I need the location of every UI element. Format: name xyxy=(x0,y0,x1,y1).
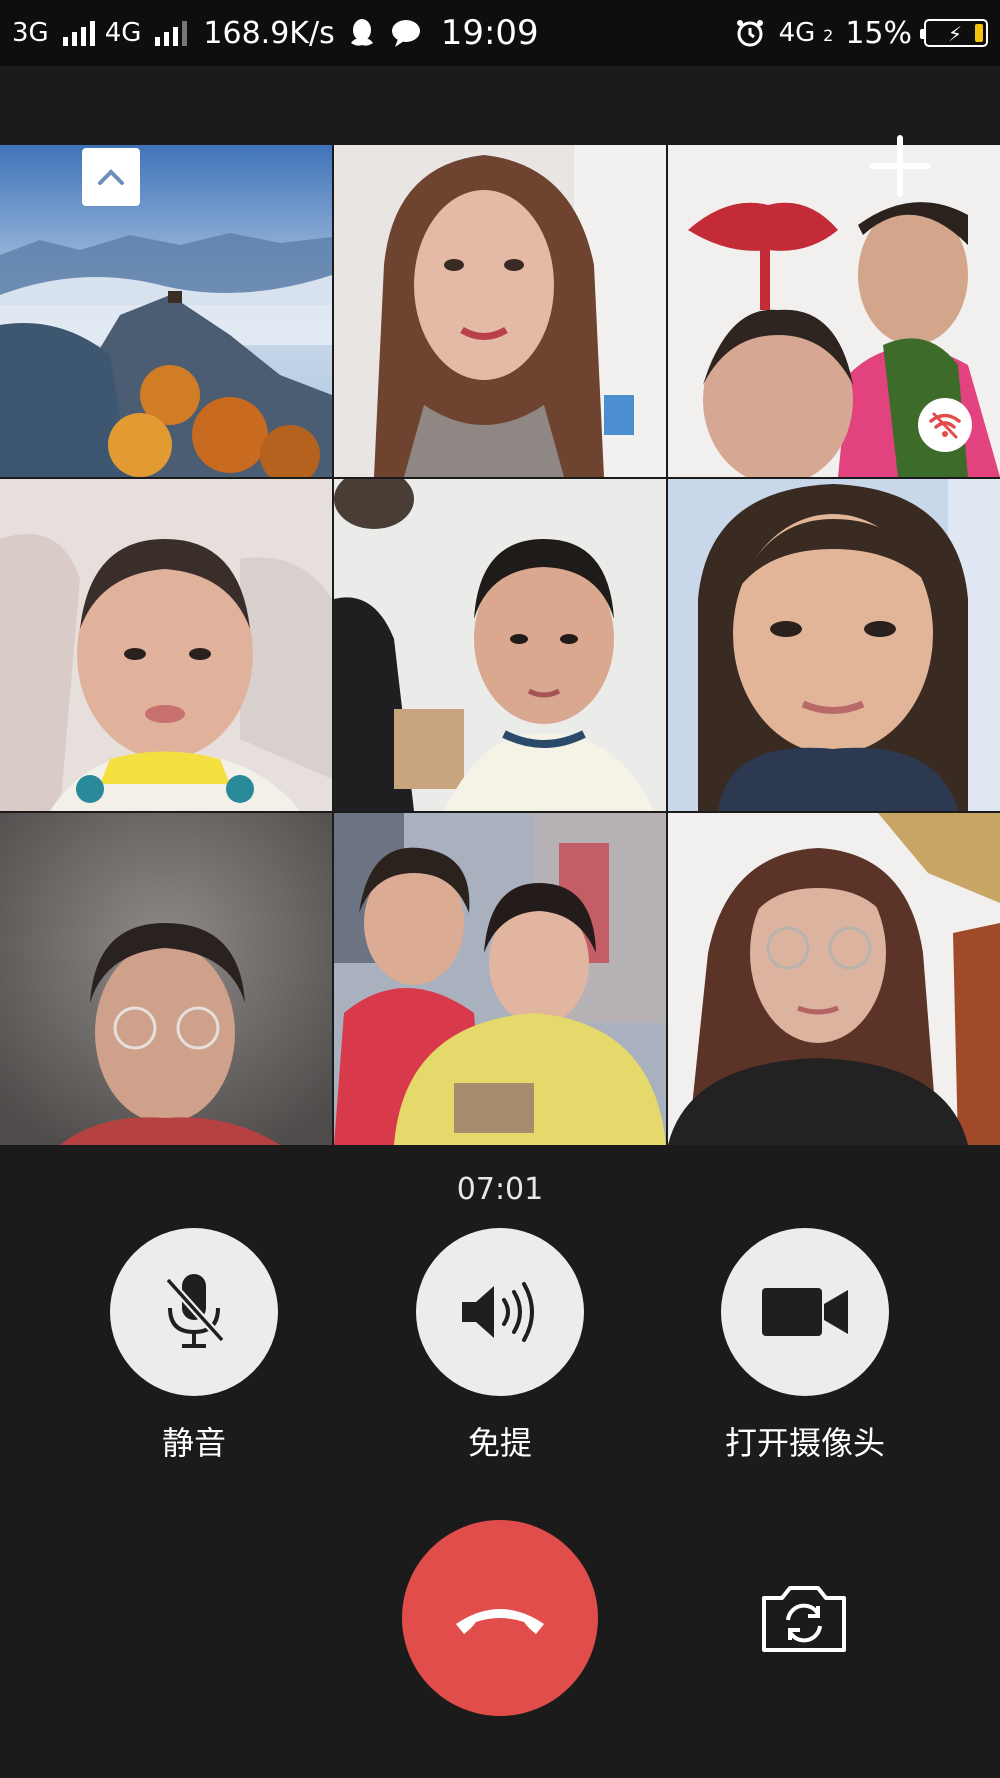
chevron-up-icon xyxy=(98,169,124,185)
camera-toggle-button[interactable] xyxy=(721,1228,889,1396)
participant-woman-glasses-video xyxy=(668,813,1000,1145)
network-4g-label: 4G xyxy=(104,18,142,48)
group-video-call-screen: 3G 4G 168.9K/s 19:09 4G 2 15% ⚡ 07:01 静音… xyxy=(0,0,1000,1778)
participant-boy-white-wall[interactable] xyxy=(334,479,666,811)
signal-icon xyxy=(155,20,188,46)
status-bar-left: 3G 4G 168.9K/s 19:09 xyxy=(12,13,539,53)
switch-camera-button[interactable] xyxy=(756,1578,852,1658)
network-3g-label: 3G xyxy=(12,18,49,48)
participant-mother-daughter[interactable] xyxy=(334,813,666,1145)
charging-icon: ⚡ xyxy=(948,22,963,46)
participant-child-sofa[interactable] xyxy=(0,479,332,811)
participant-young-woman-scarf[interactable] xyxy=(668,479,1000,811)
participant-woman-long-hair[interactable] xyxy=(334,145,666,477)
participant-woman-long-hair-video xyxy=(334,145,666,477)
battery-level xyxy=(975,24,983,42)
hangup-button[interactable] xyxy=(402,1520,598,1716)
qq-icon xyxy=(345,16,379,50)
mountain-scenery-tile[interactable] xyxy=(0,145,332,477)
clock-time: 19:09 xyxy=(440,13,539,53)
network-4g2-label: 4G xyxy=(778,18,816,48)
signal-icon xyxy=(62,20,95,46)
status-bar: 3G 4G 168.9K/s 19:09 4G 2 15% ⚡ xyxy=(0,0,1000,66)
participant-mother-daughter-video xyxy=(334,813,666,1145)
participant-man-glasses-video xyxy=(0,813,332,1145)
participant-young-woman-scarf-video xyxy=(668,479,1000,811)
plus-icon xyxy=(869,135,931,197)
participant-boy-white-wall-video xyxy=(334,479,666,811)
status-bar-right: 4G 2 15% ⚡ xyxy=(733,16,988,51)
hang-up-phone-icon xyxy=(456,1609,544,1634)
participant-man-glasses[interactable] xyxy=(0,813,332,1145)
battery-percent: 15% xyxy=(845,15,912,51)
weak-network-badge xyxy=(918,398,972,452)
speaker-button[interactable] xyxy=(416,1228,584,1396)
network-4g2-indicator: 4G 2 xyxy=(779,18,834,48)
speaker-label: 免提 xyxy=(467,1424,532,1462)
speaker-control: 免提 xyxy=(400,1228,600,1464)
video-grid xyxy=(0,145,1000,1145)
mute-control: 静音 xyxy=(94,1228,294,1464)
camera-control: 打开摄像头 xyxy=(705,1228,905,1464)
participant-woman-glasses[interactable] xyxy=(668,813,1000,1145)
camera-label: 打开摄像头 xyxy=(724,1424,885,1462)
network-speed: 168.9K/s xyxy=(203,15,335,51)
sim-slot-number: 2 xyxy=(823,26,834,45)
mute-label: 静音 xyxy=(161,1424,226,1462)
add-member-button[interactable] xyxy=(868,134,932,198)
video-camera-icon xyxy=(762,1288,848,1336)
collapse-button[interactable] xyxy=(82,148,140,206)
call-timer: 07:01 xyxy=(456,1172,544,1207)
switch-camera-icon xyxy=(762,1586,846,1652)
mute-button[interactable] xyxy=(110,1228,278,1396)
mountain-scenery-image xyxy=(0,145,332,477)
battery-icon: ⚡ xyxy=(920,19,988,47)
message-icon xyxy=(389,16,423,50)
alarm-icon xyxy=(733,16,767,50)
speaker-icon xyxy=(462,1282,534,1342)
mic-off-icon xyxy=(165,1274,225,1348)
participant-child-sofa-video xyxy=(0,479,332,811)
weak-wifi-icon xyxy=(929,412,961,439)
